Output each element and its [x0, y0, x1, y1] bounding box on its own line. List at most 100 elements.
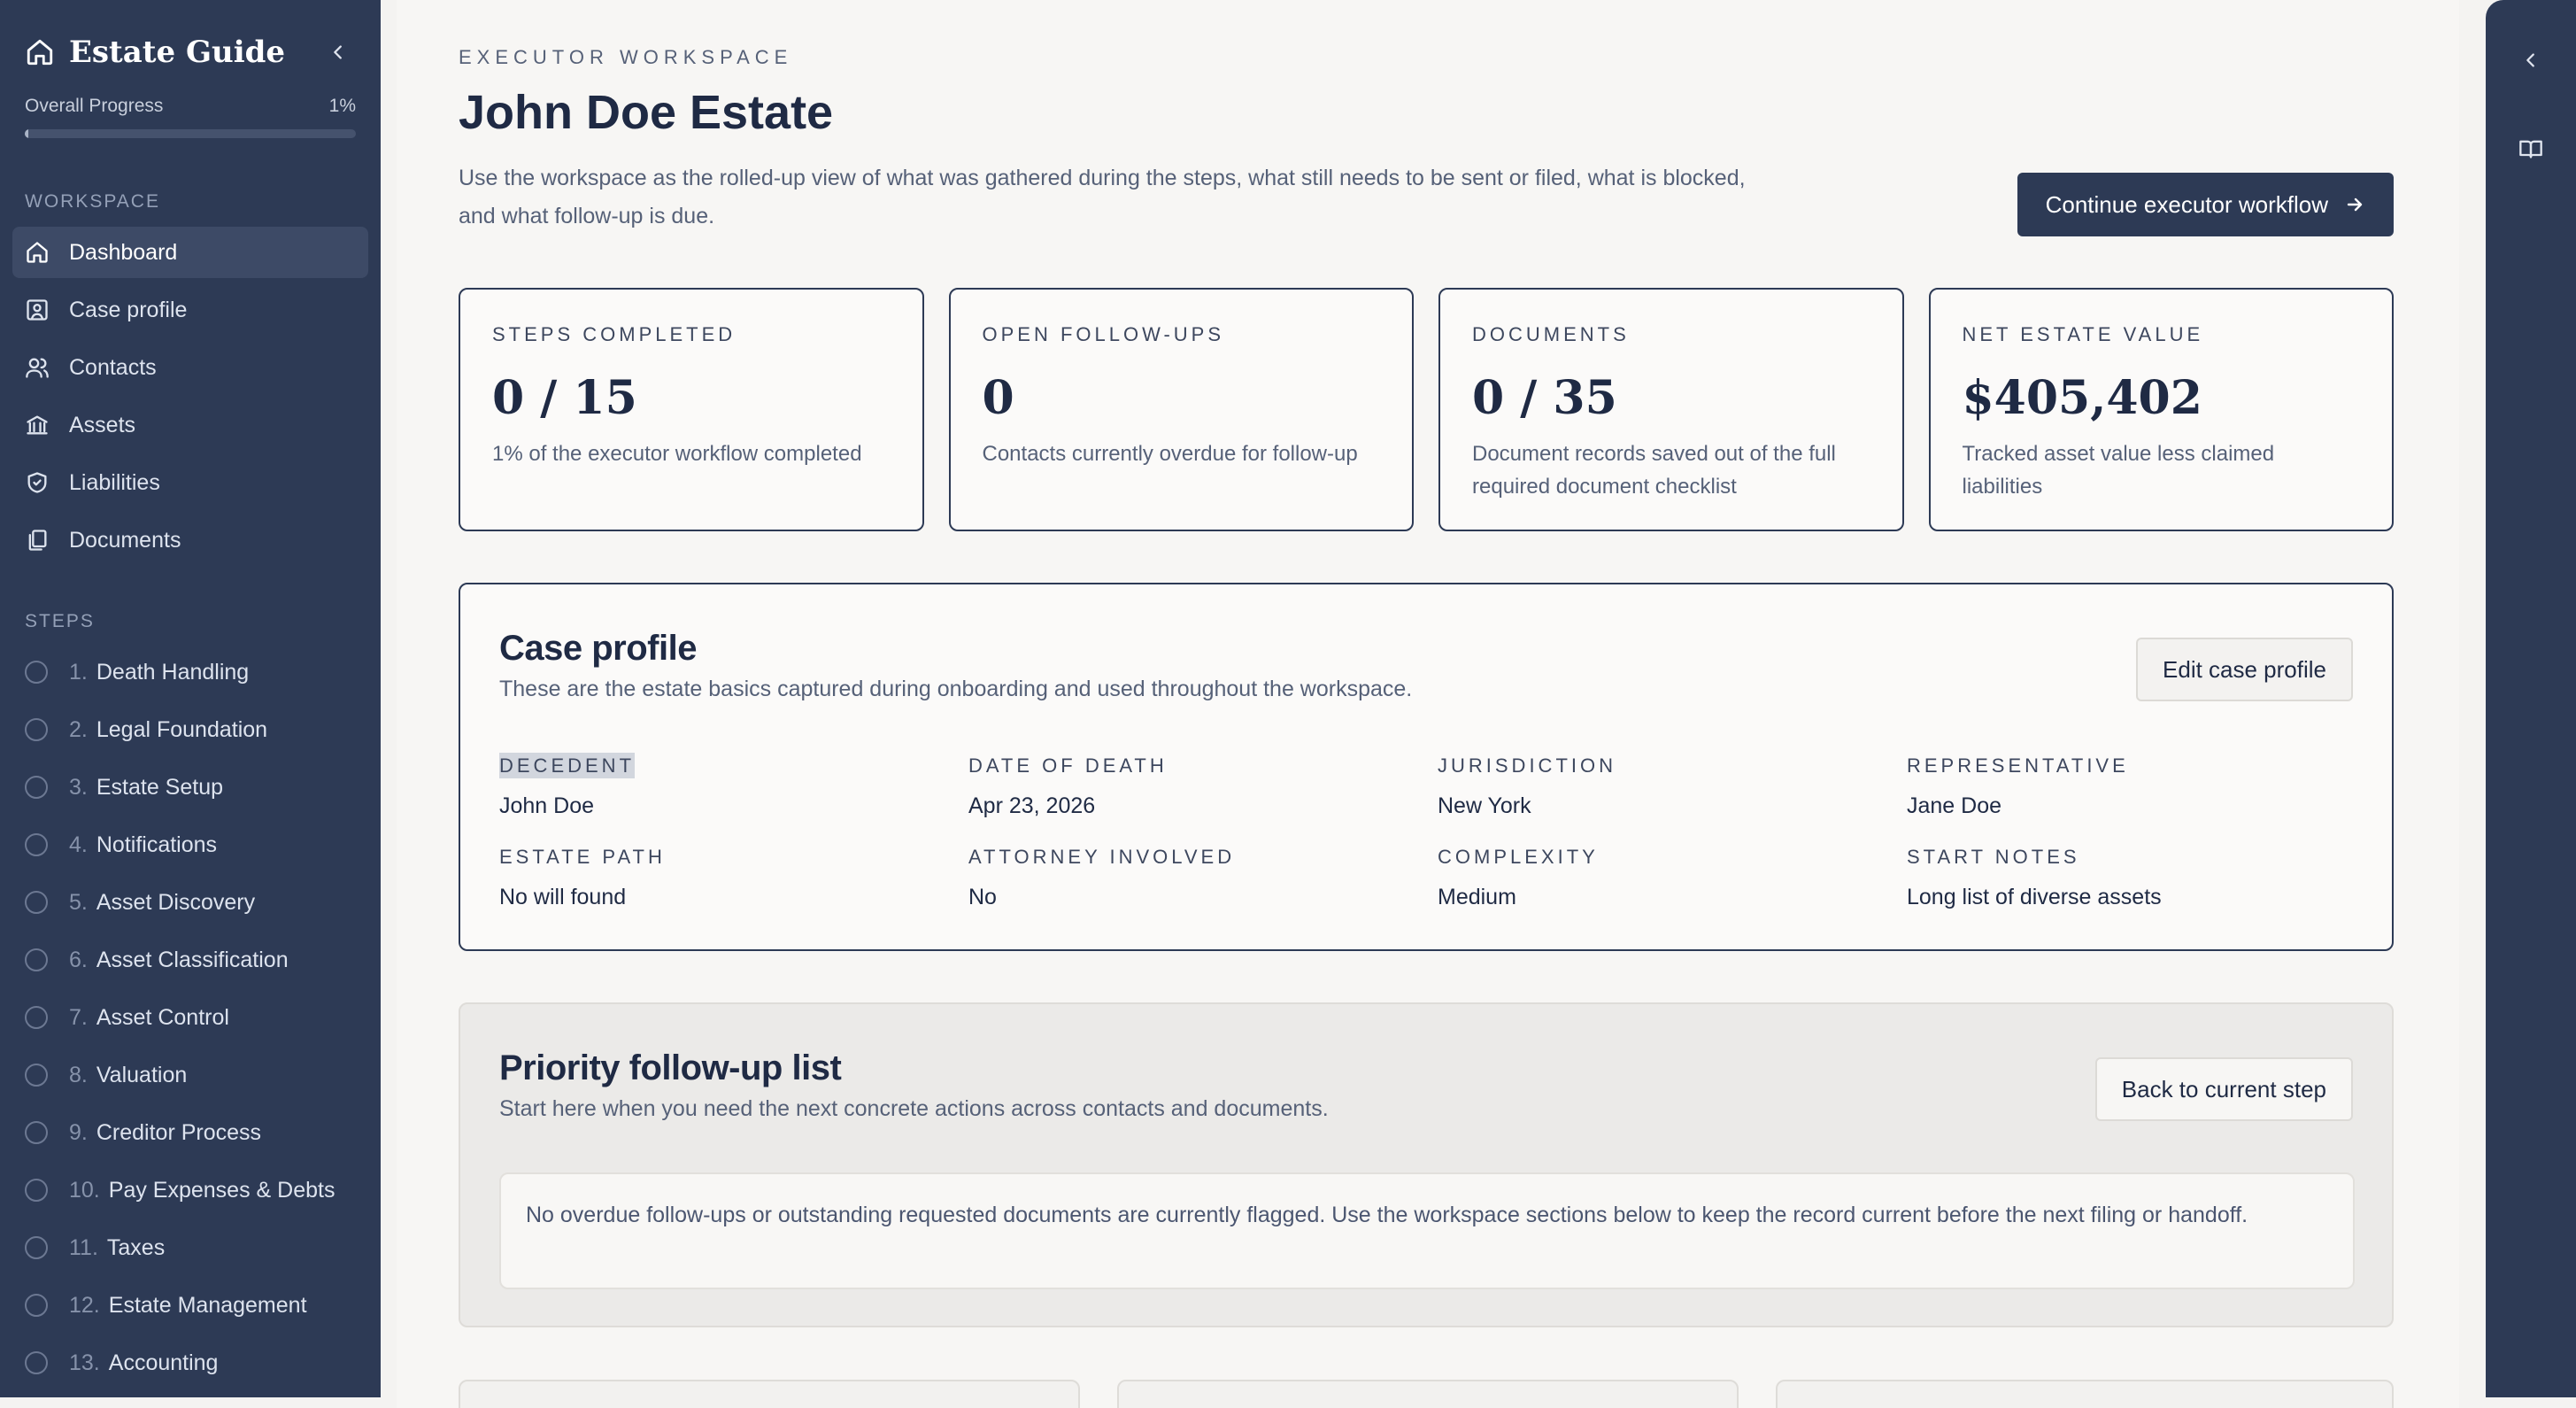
field-label: REPRESENTATIVE: [1907, 754, 2129, 777]
step-status-circle-icon: [25, 891, 48, 914]
steps-nav: 1. Death Handling 2. Legal Foundation 3. Esta…: [0, 632, 381, 1389]
sidebar-step-11[interactable]: 11. Taxes: [12, 1222, 368, 1273]
step-label: Legal Foundation: [96, 716, 268, 742]
rail-collapse-button[interactable]: [2513, 43, 2549, 78]
sidebar-item-contacts[interactable]: Contacts: [12, 342, 368, 393]
stat-description: 1% of the executor workflow completed: [492, 442, 862, 466]
edit-case-profile-button[interactable]: Edit case profile: [2136, 638, 2353, 701]
field-jurisdiction: JURISDICTION New York: [1438, 754, 1907, 819]
stat-label: DOCUMENTS: [1472, 323, 1630, 345]
step-label: Estate Setup: [96, 774, 224, 800]
progress-value: 1%: [328, 96, 356, 116]
field-label: JURISDICTION: [1438, 754, 1616, 777]
field-value: Medium: [1438, 885, 1516, 909]
stat-value: 0: [982, 371, 1014, 425]
step-status-circle-icon: [25, 1294, 48, 1317]
step-status-circle-icon: [25, 776, 48, 799]
sidebar-item-label: Documents: [69, 527, 181, 553]
sidebar-item-assets[interactable]: Assets: [12, 399, 368, 451]
step-label: Pay Expenses & Debts: [108, 1177, 335, 1203]
step-number: 8.: [69, 1062, 88, 1087]
sidebar-item-liabilities[interactable]: Liabilities: [12, 457, 368, 508]
step-status-circle-icon: [25, 718, 48, 741]
step-label: Estate Management: [108, 1292, 307, 1318]
case-profile-subtitle: These are the estate basics captured dur…: [499, 677, 1413, 701]
step-label: Asset Control: [96, 1004, 229, 1030]
stat-value: 0 / 35: [1472, 371, 1617, 425]
sidebar-step-7[interactable]: 7. Asset Control: [12, 992, 368, 1043]
field-label-text: DECEDENT: [499, 753, 636, 778]
sidebar-step-13[interactable]: 13. Accounting: [12, 1337, 368, 1389]
sidebar-step-2[interactable]: 2. Legal Foundation: [12, 704, 368, 755]
continue-workflow-button[interactable]: Continue executor workflow: [2017, 173, 2394, 236]
back-to-current-step-button[interactable]: Back to current step: [2094, 1057, 2353, 1121]
step-number: 6.: [69, 947, 88, 972]
chevron-left-icon: [334, 45, 342, 59]
case-profile-card: Case profile These are the estate basics…: [459, 583, 2394, 951]
book-icon: [2519, 140, 2542, 159]
sidebar-item-documents[interactable]: Documents: [12, 514, 368, 566]
brand-title: Estate Guide: [69, 35, 286, 70]
sidebar-step-12[interactable]: 12. Estate Management: [12, 1280, 368, 1331]
profile-icon: [27, 299, 48, 321]
step-label: Notifications: [96, 832, 218, 857]
sidebar-step-8[interactable]: 8. Valuation: [12, 1049, 368, 1101]
step-number: 13.: [69, 1350, 100, 1375]
priority-title: Priority follow-up list: [499, 1048, 842, 1087]
stat-description: Tracked asset value less claimed liabili…: [1962, 442, 2275, 499]
stat-steps-completed: STEPS COMPLETED 0 / 15 1% of the executo…: [459, 288, 924, 531]
sidebar-item-label: Liabilities: [69, 469, 160, 495]
step-status-circle-icon: [25, 661, 48, 684]
priority-empty-notice: No overdue follow-ups or outstanding req…: [499, 1172, 2355, 1289]
sidebar-item-case-profile[interactable]: Case profile: [12, 284, 368, 336]
stat-label: OPEN FOLLOW-UPS: [982, 323, 1225, 345]
progress-bar-fill: [25, 129, 28, 138]
sidebar-collapse-button[interactable]: [320, 35, 356, 70]
sidebar-step-5[interactable]: 5. Asset Discovery: [12, 877, 368, 928]
field-decedent: DECEDENT John Doe: [499, 753, 968, 819]
field-attorney-involved: ATTORNEY INVOLVED No: [968, 846, 1438, 910]
field-estate-path: ESTATE PATH No will found: [499, 846, 968, 910]
main-content: EXECUTOR WORKSPACE John Doe Estate Use t…: [397, 0, 2459, 1408]
step-number: 10.: [69, 1177, 100, 1203]
field-value: John Doe: [499, 793, 595, 818]
field-value: No: [968, 885, 997, 909]
stat-description: Document records saved out of the full r…: [1472, 442, 1836, 499]
continue-workflow-label: Continue executor workflow: [2045, 190, 2328, 218]
guide-book-button[interactable]: [2513, 131, 2549, 166]
field-value: No will found: [499, 885, 627, 909]
sidebar-step-4[interactable]: 4. Notifications: [12, 819, 368, 870]
field-label: COMPLEXITY: [1438, 846, 1599, 868]
brand-row: Estate Guide: [0, 0, 381, 71]
field-value: Long list of diverse assets: [1907, 885, 2162, 909]
step-number: 2.: [69, 716, 88, 742]
sidebar-item-dashboard[interactable]: Dashboard: [12, 227, 368, 278]
home-icon: [27, 39, 53, 66]
step-status-circle-icon: [25, 948, 48, 971]
sidebar-step-10[interactable]: 10. Pay Expenses & Debts: [12, 1164, 368, 1216]
step-status-circle-icon: [25, 1236, 48, 1259]
workspace-section-card: [459, 1380, 1080, 1408]
workspace-nav: Dashboard Case profile Contacts Assets L…: [0, 213, 381, 566]
step-number: 1.: [69, 659, 88, 685]
stat-description: Contacts currently overdue for follow-up: [982, 442, 1358, 466]
step-number: 3.: [69, 774, 88, 800]
step-label: Asset Classification: [96, 947, 289, 972]
step-status-circle-icon: [25, 1179, 48, 1202]
stat-net-estate-value: NET ESTATE VALUE $405,402 Tracked asset …: [1928, 288, 2394, 531]
workspace-section-card: [1117, 1380, 1739, 1408]
sidebar-step-1[interactable]: 1. Death Handling: [12, 646, 368, 698]
step-status-circle-icon: [25, 833, 48, 856]
sidebar-step-6[interactable]: 6. Asset Classification: [12, 934, 368, 986]
sidebar-step-3[interactable]: 3. Estate Setup: [12, 762, 368, 813]
field-representative: REPRESENTATIVE Jane Doe: [1907, 754, 2376, 819]
field-start-notes: START NOTES Long list of diverse assets: [1907, 846, 2376, 910]
sidebar-item-label: Assets: [69, 412, 136, 437]
sidebar-item-label: Contacts: [69, 354, 157, 380]
sidebar-step-9[interactable]: 9. Creditor Process: [12, 1107, 368, 1158]
sidebar-item-label: Dashboard: [69, 239, 178, 265]
step-number: 9.: [69, 1119, 88, 1145]
chevron-left-icon: [2526, 53, 2534, 67]
users-icon: [26, 358, 49, 378]
field-complexity: COMPLEXITY Medium: [1438, 846, 1907, 910]
